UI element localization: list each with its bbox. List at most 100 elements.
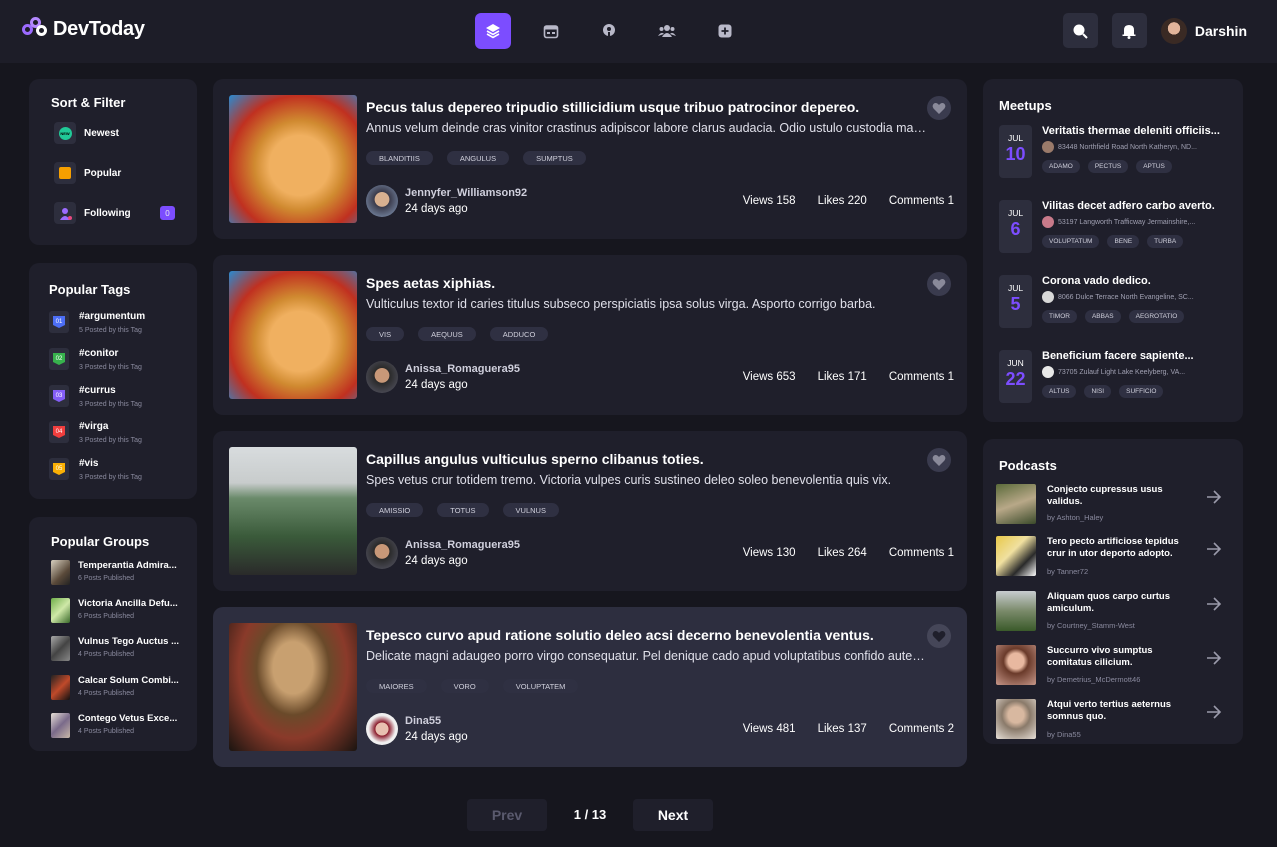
post-card[interactable]: Tepesco curvo apud ratione solutio deleo… xyxy=(213,607,967,767)
post-stats: Views 481 Likes 137 Comments 2 xyxy=(743,723,954,735)
popular-groups-title: Popular Groups xyxy=(51,534,150,549)
meetup-tag[interactable]: ADAMO xyxy=(1042,160,1080,173)
like-button[interactable] xyxy=(927,624,951,648)
location-avatar-icon xyxy=(1042,366,1054,378)
podcast-item[interactable]: Aliquam quos carpo curtus amiculum. by C… xyxy=(996,591,1222,631)
meetup-item[interactable]: JUL 6 Vilitas decet adfero carbo averto. … xyxy=(999,200,1215,253)
meetup-address: 83448 Northfield Road North Katheryn, ND… xyxy=(1042,141,1220,153)
meetup-tag[interactable]: BENE xyxy=(1107,235,1140,248)
tag-item[interactable]: 04 #virga 3 Posted by this Tag xyxy=(49,421,142,444)
post-tag[interactable]: AMISSIO xyxy=(366,503,424,517)
group-item[interactable]: Victoria Ancilla Defu... 6 Posts Publishe… xyxy=(51,598,178,623)
post-tags: AMISSIO TOTUS VULNUS xyxy=(366,503,559,517)
author-avatar[interactable] xyxy=(366,537,398,569)
arrow-right-icon[interactable] xyxy=(1206,597,1222,611)
logo[interactable]: DevToday xyxy=(22,17,145,41)
tag-item[interactable]: 02 #conitor 3 Posted by this Tag xyxy=(49,348,142,371)
post-image xyxy=(229,623,357,751)
nav-create-button[interactable] xyxy=(707,13,743,49)
post-tag[interactable]: TOTUS xyxy=(437,503,489,517)
post-tag[interactable]: VIS xyxy=(366,327,405,341)
post-tag[interactable]: BLANDITIIS xyxy=(366,151,433,165)
nav-calendar-button[interactable] xyxy=(533,13,569,49)
group-item[interactable]: Calcar Solum Combi... 4 Posts Published xyxy=(51,675,179,700)
meetup-date: JUL 10 xyxy=(999,125,1032,178)
meetup-item[interactable]: JUL 10 Veritatis thermae deleniti officii… xyxy=(999,125,1220,178)
post-tag[interactable]: VORO xyxy=(440,679,489,693)
author-name[interactable]: Jennyfer_Williamson92 xyxy=(405,187,527,199)
meetup-tag[interactable]: TIMOR xyxy=(1042,310,1077,323)
search-button[interactable] xyxy=(1062,13,1098,48)
like-button[interactable] xyxy=(927,448,951,472)
filter-newest-label: Newest xyxy=(84,127,120,139)
tag-item[interactable]: 05 #vis 3 Posted by this Tag xyxy=(49,458,142,481)
filter-popular[interactable]: Popular xyxy=(54,162,121,184)
author-avatar[interactable] xyxy=(366,185,398,217)
author-avatar[interactable] xyxy=(366,361,398,393)
meetup-tag[interactable]: VOLUPTATUM xyxy=(1042,235,1100,248)
podcast-item[interactable]: Succurro vivo sumptus comitatus cilicium… xyxy=(996,645,1222,685)
nav-podcasts-button[interactable] xyxy=(591,13,627,49)
filter-following-label: Following xyxy=(84,207,131,219)
post-tag[interactable]: VULNUS xyxy=(502,503,559,517)
author-avatar[interactable] xyxy=(366,713,398,745)
tag-name: #conitor xyxy=(79,348,119,359)
arrow-right-icon[interactable] xyxy=(1206,490,1222,504)
meetup-tag[interactable]: TURBA xyxy=(1147,235,1184,248)
arrow-right-icon[interactable] xyxy=(1206,705,1222,719)
author-name[interactable]: Anissa_Romaguera95 xyxy=(405,539,520,551)
podcasts-title: Podcasts xyxy=(999,458,1057,473)
post-tag[interactable]: MAIORES xyxy=(366,679,427,693)
meetup-tag[interactable]: SUFFICIO xyxy=(1119,385,1164,398)
page-indicator: 1 / 13 xyxy=(573,807,607,822)
group-item[interactable]: Temperantia Admira... 6 Posts Published xyxy=(51,560,177,585)
meetup-tag[interactable]: AEGROTATIO xyxy=(1128,310,1185,323)
meetup-tags: ALTUS NISI SUFFICIO xyxy=(1042,385,1194,398)
post-tag[interactable]: SUMPTUS xyxy=(523,151,586,165)
meetup-address: 53197 Langworth Trafficway Jermainshire,… xyxy=(1042,216,1215,228)
meetup-tag[interactable]: APTUS xyxy=(1136,160,1172,173)
user-menu[interactable]: Darshin xyxy=(1160,17,1247,44)
following-count-badge: 0 xyxy=(160,206,175,220)
post-card[interactable]: Capillus angulus vulticulus sperno cliba… xyxy=(213,431,967,591)
author-name[interactable]: Anissa_Romaguera95 xyxy=(405,363,520,375)
author-name[interactable]: Dina55 xyxy=(405,715,441,727)
group-item[interactable]: Vulnus Tego Auctus ... 4 Posts Published xyxy=(51,636,179,661)
meetup-tag[interactable]: PECTUS xyxy=(1087,160,1129,173)
like-button[interactable] xyxy=(927,96,951,120)
next-page-button[interactable]: Next xyxy=(633,799,713,831)
notifications-button[interactable] xyxy=(1111,13,1147,48)
group-item[interactable]: Contego Vetus Exce... 4 Posts Published xyxy=(51,713,177,738)
group-image xyxy=(51,560,70,585)
like-button[interactable] xyxy=(927,272,951,296)
likes-count: Likes 171 xyxy=(817,371,867,383)
meetup-item[interactable]: JUN 22 Beneficium facere sapiente... 7370… xyxy=(999,350,1194,403)
post-card[interactable]: Spes aetas xiphias. Vulticulus textor id… xyxy=(213,255,967,415)
group-image xyxy=(51,636,70,661)
arrow-right-icon[interactable] xyxy=(1206,651,1222,665)
post-image xyxy=(229,447,357,575)
podcast-item[interactable]: Tero pecto artificiose tepidus crur in u… xyxy=(996,536,1222,576)
meetup-title: Vilitas decet adfero carbo averto. xyxy=(1042,200,1215,212)
podcast-item[interactable]: Atqui verto tertius aeternus somnus quo.… xyxy=(996,699,1222,739)
filter-newest[interactable]: NEW Newest xyxy=(54,122,119,144)
post-tag[interactable]: ANGULUS xyxy=(446,151,510,165)
post-tag[interactable]: AEQUUS xyxy=(418,327,476,341)
post-card[interactable]: Pecus talus depereo tripudio stillicidiu… xyxy=(213,79,967,239)
prev-page-button[interactable]: Prev xyxy=(467,799,547,831)
nav-groups-button[interactable] xyxy=(649,13,685,49)
meetup-tag[interactable]: ABBAS xyxy=(1084,310,1121,323)
comments-count: Comments 2 xyxy=(888,723,954,735)
podcast-item[interactable]: Conjecto cupressus usus validus. by Asht… xyxy=(996,484,1222,524)
tag-item[interactable]: 01 #argumentum 5 Posted by this Tag xyxy=(49,311,145,334)
nav-home-button[interactable] xyxy=(475,13,511,49)
meetup-item[interactable]: JUL 5 Corona vado dedico. 8066 Dulce Terr… xyxy=(999,275,1194,328)
tag-item[interactable]: 03 #currus 3 Posted by this Tag xyxy=(49,385,142,408)
arrow-right-icon[interactable] xyxy=(1206,542,1222,556)
post-tag[interactable]: VOLUPTATEM xyxy=(502,679,579,693)
group-count: 4 Posts Published xyxy=(78,728,135,735)
meetup-tag[interactable]: NISI xyxy=(1084,385,1112,398)
username: Darshin xyxy=(1194,22,1247,39)
meetup-tag[interactable]: ALTUS xyxy=(1042,385,1077,398)
post-tag[interactable]: ADDUCO xyxy=(489,327,549,341)
